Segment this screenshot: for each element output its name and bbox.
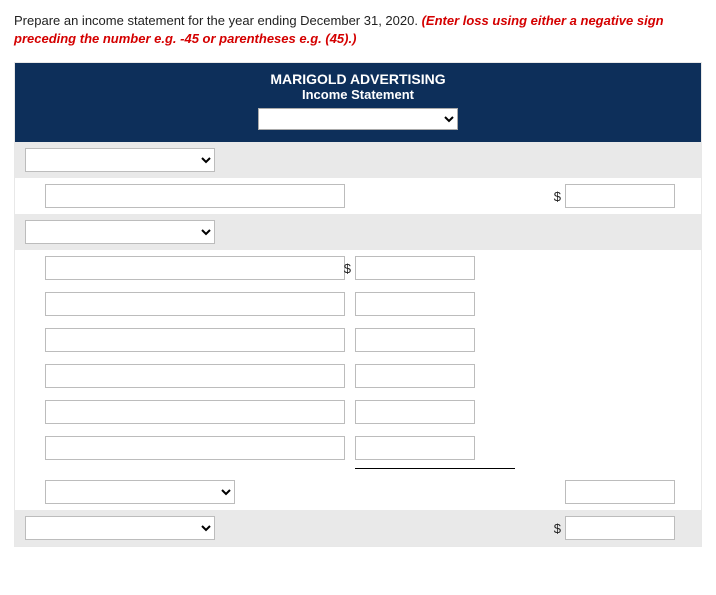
revenue-label-input[interactable] [45,184,345,208]
expense-6-label-input[interactable] [45,436,345,460]
expense-2-amount-input[interactable] [355,292,475,316]
revenue-amount-input[interactable] [565,184,675,208]
instruction-main: Prepare an income statement for the year… [14,13,422,28]
net-income-row: $ [15,510,701,546]
revenue-line-row: $ [15,178,701,214]
section-1-select[interactable] [25,148,215,172]
expense-row-4 [15,358,701,394]
expense-6-amount-input[interactable] [355,436,475,460]
net-income-amount-input[interactable] [565,516,675,540]
expense-2-label-input[interactable] [45,292,345,316]
section-1-heading-row [15,142,701,178]
net-income-select[interactable] [25,516,215,540]
total-expenses-row [15,474,701,510]
expense-3-amount-input[interactable] [355,328,475,352]
instruction-text: Prepare an income statement for the year… [14,12,702,48]
expense-1-label-input[interactable] [45,256,345,280]
section-2-heading-row [15,214,701,250]
dollar-sign: $ [341,261,355,276]
statement-header: MARIGOLD ADVERTISING Income Statement [15,63,701,142]
period-select[interactable] [258,108,458,130]
expense-row-6 [15,430,701,466]
expense-5-amount-input[interactable] [355,400,475,424]
expense-row-1: $ [15,250,701,286]
expense-row-5 [15,394,701,430]
expense-row-3 [15,322,701,358]
expense-4-amount-input[interactable] [355,364,475,388]
total-expenses-select[interactable] [45,480,235,504]
dollar-sign: $ [551,189,565,204]
expense-4-label-input[interactable] [45,364,345,388]
expense-row-2 [15,286,701,322]
expense-5-label-input[interactable] [45,400,345,424]
company-name: MARIGOLD ADVERTISING [15,71,701,87]
subtotal-rule-row [15,466,701,474]
dollar-sign: $ [551,521,565,536]
expense-3-label-input[interactable] [45,328,345,352]
subtotal-line [355,468,515,470]
statement-title: Income Statement [15,87,701,102]
section-2-select[interactable] [25,220,215,244]
total-expenses-amount-input[interactable] [565,480,675,504]
income-statement-worksheet: MARIGOLD ADVERTISING Income Statement $ [14,62,702,547]
expense-1-amount-input[interactable] [355,256,475,280]
